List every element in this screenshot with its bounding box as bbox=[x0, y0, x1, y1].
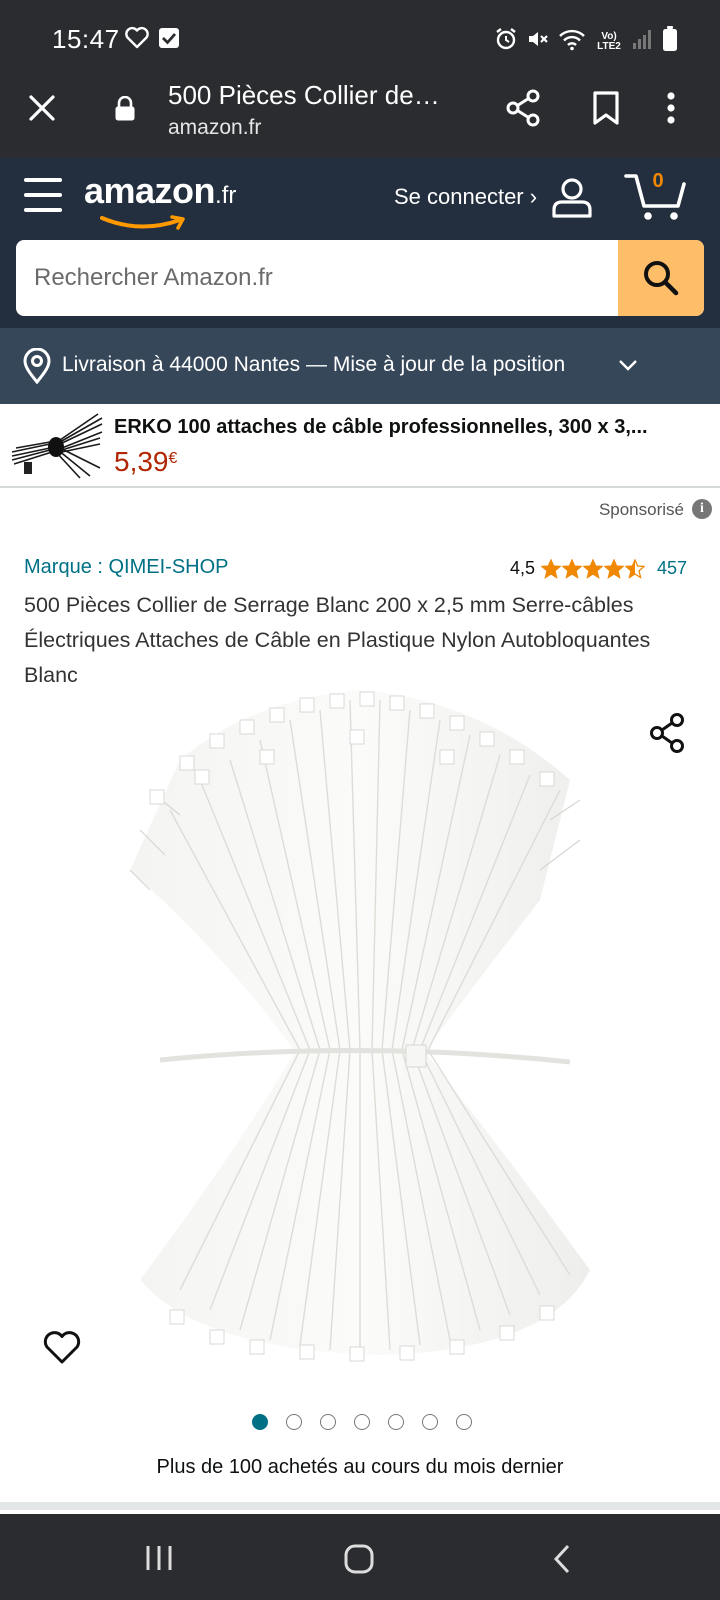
price-currency: € bbox=[168, 450, 178, 467]
status-bar: 15:47 Vo) LTE2 bbox=[0, 0, 720, 76]
carousel-dot[interactable] bbox=[388, 1414, 404, 1430]
rating-value: 4,5 bbox=[510, 558, 536, 578]
sponsored-product-price: 5,39€ bbox=[114, 446, 177, 478]
rating-count[interactable]: 457 bbox=[657, 558, 687, 579]
heart-outline-icon bbox=[124, 26, 150, 55]
chevron-down-icon bbox=[618, 358, 638, 377]
more-vertical-icon[interactable] bbox=[666, 88, 676, 133]
browser-domain[interactable]: amazon.fr bbox=[168, 116, 261, 140]
mute-icon bbox=[526, 27, 550, 56]
cart-count: 0 bbox=[652, 170, 664, 192]
carousel-dot[interactable] bbox=[422, 1414, 438, 1430]
wifi-icon bbox=[558, 27, 586, 56]
bookmark-icon[interactable] bbox=[592, 88, 620, 133]
sponsored-product-image bbox=[11, 413, 103, 479]
delivery-text: Livraison à 44000 Nantes — Mise à jour d… bbox=[62, 353, 566, 376]
sponsored-product-banner[interactable]: ERKO 100 attaches de câble professionnel… bbox=[0, 404, 720, 488]
image-carousel-dots bbox=[252, 1414, 472, 1430]
delivery-location-bar[interactable]: Livraison à 44000 Nantes — Mise à jour d… bbox=[0, 328, 720, 404]
brand-link[interactable]: Marque : QIMEI-SHOP bbox=[24, 556, 229, 579]
carousel-dot[interactable] bbox=[456, 1414, 472, 1430]
share-icon[interactable] bbox=[504, 88, 542, 133]
bought-last-month-text: Plus de 100 achetés au cours du mois der… bbox=[156, 1456, 564, 1478]
logo-suffix: .fr bbox=[215, 182, 237, 209]
site-header: amazon.fr Se connecter › 0 bbox=[0, 158, 720, 328]
star-icon bbox=[562, 558, 583, 579]
carousel-dot[interactable] bbox=[320, 1414, 336, 1430]
checkbox-icon bbox=[158, 27, 180, 54]
system-nav-bar bbox=[0, 1514, 720, 1600]
search-bar bbox=[16, 240, 704, 316]
sponsored-label: Sponsorisé bbox=[598, 500, 684, 519]
product-title: 500 Pièces Collier de Serrage Blanc 200 … bbox=[24, 593, 651, 687]
product-image[interactable] bbox=[110, 690, 610, 1380]
carousel-dot[interactable] bbox=[354, 1414, 370, 1430]
browser-toolbar: 500 Pièces Collier de… amazon.fr bbox=[0, 76, 720, 158]
search-button[interactable] bbox=[618, 240, 704, 316]
status-system-icons: Vo) LTE2 bbox=[494, 26, 678, 57]
browser-page-title[interactable]: 500 Pièces Collier de… bbox=[168, 80, 440, 111]
logo-word: amazon bbox=[84, 170, 216, 211]
star-icon bbox=[604, 558, 625, 579]
info-icon[interactable]: i bbox=[692, 499, 712, 519]
search-input[interactable] bbox=[16, 240, 616, 316]
rating[interactable]: 4,5 457 bbox=[510, 558, 687, 579]
signal-icon bbox=[632, 28, 654, 55]
search-icon bbox=[644, 261, 679, 296]
network-label: Vo) LTE2 bbox=[597, 30, 621, 52]
carousel-dot[interactable] bbox=[252, 1414, 268, 1430]
status-notification-icons bbox=[124, 26, 180, 55]
price-main: 5,39 bbox=[114, 446, 169, 477]
star-icon bbox=[541, 558, 562, 579]
rating-stars bbox=[541, 558, 646, 579]
home-icon[interactable] bbox=[344, 1544, 374, 1579]
star-icon bbox=[583, 558, 604, 579]
cart-button[interactable]: 0 bbox=[624, 170, 688, 220]
section-divider bbox=[0, 1502, 720, 1510]
user-icon[interactable] bbox=[550, 176, 594, 225]
smile-logo-icon bbox=[100, 215, 185, 230]
alarm-icon bbox=[494, 27, 518, 56]
recent-apps-icon[interactable] bbox=[144, 1544, 174, 1577]
sponsored-product-title[interactable]: ERKO 100 attaches de câble professionnel… bbox=[114, 416, 714, 439]
lock-icon[interactable] bbox=[114, 95, 136, 127]
share-product-icon[interactable] bbox=[648, 712, 688, 759]
status-time: 15:47 bbox=[52, 24, 120, 54]
signin-link[interactable]: Se connecter › bbox=[394, 184, 537, 210]
amazon-logo[interactable]: amazon.fr bbox=[84, 170, 237, 230]
close-icon[interactable] bbox=[26, 92, 58, 124]
carousel-dot[interactable] bbox=[286, 1414, 302, 1430]
heart-icon[interactable] bbox=[42, 1330, 82, 1371]
back-icon[interactable] bbox=[552, 1544, 572, 1579]
location-pin-icon bbox=[22, 347, 52, 389]
menu-icon[interactable] bbox=[24, 178, 62, 212]
battery-icon bbox=[662, 26, 678, 57]
star-icon bbox=[625, 558, 646, 579]
